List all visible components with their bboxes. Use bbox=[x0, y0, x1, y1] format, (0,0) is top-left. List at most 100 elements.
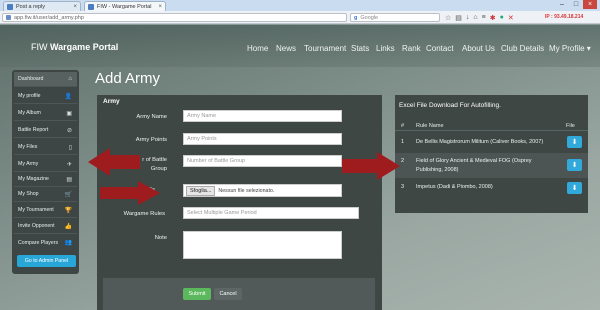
table-row: 2 Field of Glory Ancient & Medieval FOG … bbox=[395, 153, 588, 178]
sidebar-item-my-files[interactable]: My Files ▯ bbox=[14, 140, 77, 155]
favicon-icon bbox=[7, 3, 13, 10]
army-file-label: Army File bbox=[130, 187, 155, 193]
site-info-icon bbox=[6, 15, 11, 20]
sidebar-item-my-profile[interactable]: My profile 👤 bbox=[14, 89, 77, 104]
table-row: 3 Impetus (Dadi & Piombo, 2008) ⬇ bbox=[395, 178, 588, 198]
submit-button[interactable]: Submit bbox=[183, 288, 211, 300]
search-placeholder: Google bbox=[360, 14, 379, 21]
star-icon[interactable]: ☆ bbox=[445, 14, 451, 22]
file-icon: ▯ bbox=[68, 144, 72, 151]
sidebar-item-my-shop[interactable]: My Shop 🛒 bbox=[14, 187, 77, 202]
maximize-icon[interactable]: □ bbox=[569, 0, 583, 9]
users-icon: 👥 bbox=[64, 240, 72, 246]
extension-icon[interactable]: ✕ bbox=[508, 14, 514, 22]
bookmark-icon[interactable]: ▤ bbox=[455, 14, 462, 22]
image-icon: ▣ bbox=[66, 110, 72, 117]
nav-tournament[interactable]: Tournament bbox=[304, 44, 346, 53]
col-rule-header: Rule Name bbox=[416, 123, 444, 129]
army-points-label: Army Points bbox=[135, 137, 167, 143]
close-tab-icon[interactable]: × bbox=[158, 4, 162, 10]
nav-links[interactable]: Links bbox=[376, 44, 395, 53]
army-points-input[interactable]: Army Points bbox=[183, 133, 342, 145]
thumbs-up-icon: 👍 bbox=[64, 223, 72, 230]
row-rule-name: Field of Glory Ancient & Medieval FOG (O… bbox=[416, 158, 532, 164]
panel-title: Army bbox=[103, 98, 120, 105]
army-name-input[interactable]: Army Name bbox=[183, 110, 342, 122]
sidebar-item-my-tournament[interactable]: My Tournament 🏆 bbox=[14, 203, 77, 218]
search-engine-icon: g bbox=[354, 14, 358, 21]
sidebar-item-label: My Army bbox=[18, 161, 39, 167]
nav-rank[interactable]: Rank bbox=[402, 44, 421, 53]
browse-button[interactable]: Sfoglia... bbox=[186, 185, 216, 196]
home-icon: ⌂ bbox=[68, 76, 72, 82]
nav-about-us[interactable]: About Us bbox=[462, 44, 495, 53]
minimize-icon[interactable]: – bbox=[555, 0, 569, 9]
nav-home[interactable]: Home bbox=[247, 44, 268, 53]
sidebar-item-my-magazine[interactable]: My Magazine ▤ bbox=[14, 172, 77, 187]
row-rule-name: Impetus (Dadi & Piombo, 2008) bbox=[416, 184, 493, 190]
col-file-header: File bbox=[566, 123, 575, 129]
sidebar-item-my-army[interactable]: My Army ✈ bbox=[14, 157, 77, 172]
row-num: 1 bbox=[401, 139, 405, 145]
army-name-label: Army Name bbox=[136, 114, 167, 120]
sidebar-item-dashboard[interactable]: Dashboard ⌂ bbox=[14, 72, 77, 87]
browser-tab-post-reply[interactable]: Post a reply × bbox=[3, 1, 81, 11]
sidebar-item-label: Battle Report bbox=[18, 127, 49, 133]
excel-panel-title: Excel File Download For Autofilling. bbox=[399, 102, 501, 109]
close-window-icon[interactable]: × bbox=[583, 0, 597, 9]
sidebar-item-label: My Album bbox=[18, 110, 41, 116]
search-box[interactable]: g Google bbox=[350, 13, 440, 22]
battle-group-label-line1: r of Battle bbox=[142, 157, 167, 163]
brand-prefix: FIW bbox=[31, 42, 48, 52]
download-icon[interactable]: ⬇ bbox=[567, 159, 582, 171]
tab-label: FIW - Wargame Portal bbox=[97, 3, 152, 10]
favicon-icon bbox=[88, 3, 94, 10]
cancel-button[interactable]: Cancel bbox=[214, 288, 242, 300]
book-icon: ▤ bbox=[66, 176, 72, 183]
nav-my-profile-dropdown[interactable]: My Profile ▾ bbox=[549, 44, 591, 53]
row-num: 3 bbox=[401, 184, 405, 190]
home-browser-icon[interactable]: ⌂ bbox=[473, 14, 477, 21]
wargame-rules-select[interactable]: Select Multiple Game Period bbox=[183, 207, 359, 219]
sidebar-item-label: Invite Opponent bbox=[18, 223, 55, 229]
sidebar-item-label: My profile bbox=[18, 93, 41, 99]
user-icon: 👤 bbox=[64, 93, 72, 100]
paperclip-icon: ⊘ bbox=[66, 127, 72, 134]
close-tab-icon[interactable]: × bbox=[73, 4, 77, 10]
sidebar-item-label: Compare Players bbox=[18, 239, 59, 246]
brand-logo[interactable]: FIW Wargame Portal bbox=[31, 42, 118, 52]
note-label: Note bbox=[154, 235, 167, 241]
ip-indicator: IP : 93.49.18.214 bbox=[545, 14, 584, 20]
nav-stats[interactable]: Stats bbox=[351, 44, 369, 53]
address-bar[interactable]: app.fiw.it/user/add_army.php bbox=[2, 13, 347, 22]
sidebar-item-compare-players[interactable]: Compare Players 👥 bbox=[14, 235, 77, 250]
extension-icon[interactable]: ✱ bbox=[490, 14, 496, 22]
download-icon[interactable]: ⬇ bbox=[567, 136, 582, 148]
sidebar-item-battle-report[interactable]: Battle Report ⊘ bbox=[14, 123, 77, 138]
toolbar-icons: ☆ ▤ ↓ ⌂ ≡ ✱ ● ✕ bbox=[445, 13, 514, 22]
nav-contact[interactable]: Contact bbox=[426, 44, 454, 53]
tab-label: Post a reply bbox=[16, 3, 46, 10]
download-manager-icon[interactable]: ↓ bbox=[466, 14, 470, 21]
sidebar-item-invite-opponent[interactable]: Invite Opponent 👍 bbox=[14, 219, 77, 234]
sidebar-item-label: My Magazine bbox=[18, 176, 49, 182]
download-icon[interactable]: ⬇ bbox=[567, 182, 582, 194]
note-textarea[interactable] bbox=[183, 231, 342, 259]
nav-club-details[interactable]: Club Details bbox=[501, 44, 544, 53]
sidebar-item-my-album[interactable]: My Album ▣ bbox=[14, 106, 77, 121]
battle-group-input[interactable]: Number of Battle Group bbox=[183, 155, 342, 167]
brand-name: Wargame Portal bbox=[50, 42, 119, 52]
admin-panel-button[interactable]: Go to Admin Panel bbox=[17, 255, 76, 267]
sidebar-item-label: Dashboard bbox=[18, 76, 44, 82]
trophy-icon: 🏆 bbox=[64, 207, 72, 214]
browser-tab-fiw[interactable]: FIW - Wargame Portal × bbox=[84, 1, 166, 11]
file-status-text: Nessun file selezionato. bbox=[218, 187, 275, 194]
battle-group-label: r of Battle Group bbox=[97, 157, 167, 172]
menu-icon[interactable]: ≡ bbox=[482, 14, 486, 21]
army-file-input[interactable]: Sfoglia... Nessun file selezionato. bbox=[183, 184, 342, 197]
plane-icon: ✈ bbox=[66, 161, 72, 168]
cart-icon: 🛒 bbox=[64, 191, 72, 198]
extension-icon[interactable]: ● bbox=[500, 14, 504, 21]
url-text: app.fiw.it/user/add_army.php bbox=[14, 14, 84, 21]
nav-news[interactable]: News bbox=[276, 44, 296, 53]
